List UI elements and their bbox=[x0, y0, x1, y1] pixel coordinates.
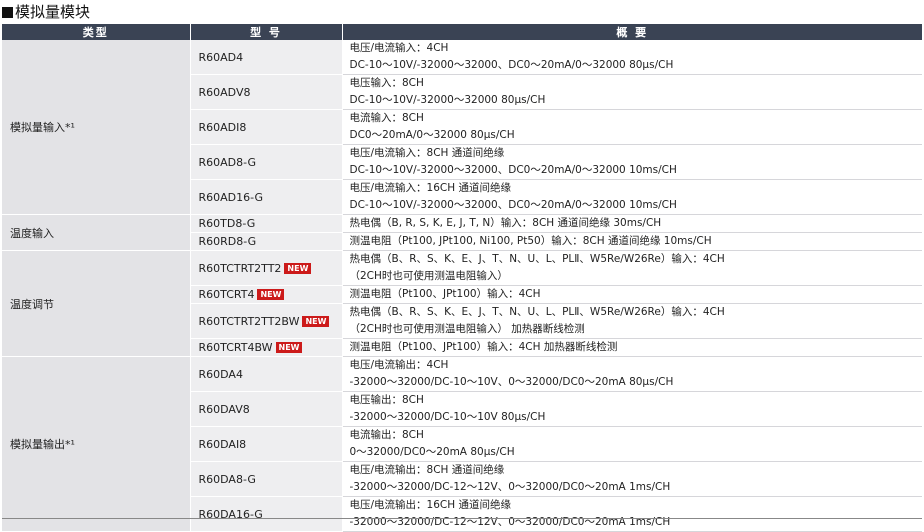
summary-cell: 电压/电流输出：8CH 通道间绝缘 -32000～32000/DC-12～12V、… bbox=[342, 461, 922, 497]
summary-line: DC0～20mA/0～32000 80μs/CH bbox=[349, 129, 515, 141]
summary-line: 电压/电流输入：8CH 通道间绝缘 bbox=[349, 147, 505, 159]
new-badge: NEW bbox=[302, 315, 330, 327]
model-cell: R60TCTRT2TT2 NEW bbox=[190, 250, 343, 286]
summary-line: -32000～32000/DC-10～10V 80μs/CH bbox=[349, 411, 546, 423]
square-bullet-icon bbox=[2, 7, 13, 18]
model-name: R60DA16-G bbox=[190, 496, 343, 532]
summary-cell: 测温电阻（Pt100、JPt100）输入：4CH bbox=[342, 285, 922, 304]
summary-line: 测温电阻（Pt100、JPt100）输入：4CH bbox=[349, 288, 541, 300]
summary-line: 热电偶（B、R、S、K、E、J、T、N、U、L、PLⅡ、W5Re/W26Re）输… bbox=[349, 306, 725, 318]
new-badge: NEW bbox=[275, 342, 303, 353]
summary-line: DC-10～10V/-32000～32000、DC0～20mA/0～32000 … bbox=[349, 199, 677, 211]
table-row: 模拟量输出*¹ R60DA4 电压/电流输出：4CH -32000～32000/D… bbox=[2, 356, 922, 532]
new-badge: NEW bbox=[284, 262, 312, 274]
summary-line: 电流输入：8CH bbox=[349, 112, 424, 124]
summary-line: 测温电阻（Pt100, JPt100, Ni100, Pt50）输入：8CH 通… bbox=[349, 235, 712, 247]
summary-line: （2CH时也可使用测温电阻输入） bbox=[349, 270, 508, 282]
header-model: 型 号 bbox=[190, 24, 343, 40]
model-name: R60TCRT4 bbox=[198, 288, 255, 301]
header-summary: 概 要 bbox=[342, 24, 922, 40]
summary-cell: 电流输出：8CH 0～32000/DC0～20mA 80μs/CH bbox=[342, 426, 922, 462]
model-name: R60TCTRT2TT2BW bbox=[198, 314, 300, 328]
summary-cell: 电压/电流输入：8CH 通道间绝缘 DC-10～10V/-32000～32000、… bbox=[342, 144, 922, 180]
summary-line: 电压/电流输出：8CH 通道间绝缘 bbox=[349, 464, 505, 476]
summary-line: DC-10～10V/-32000～32000 80μs/CH bbox=[349, 94, 546, 106]
summary-line: 热电偶（B, R, S, K, E, J, T, N）输入：8CH 通道间绝缘 … bbox=[349, 217, 662, 229]
model-name: R60DAI8 bbox=[190, 426, 343, 462]
group-label-temperature-input: 温度输入 bbox=[2, 214, 191, 251]
table-row: 温度调节 R60TCTRT2TT2 NEW 热电偶（B、R、S、K、E、J、T、N… bbox=[2, 250, 922, 357]
model-name: R60TD8-G bbox=[190, 214, 343, 233]
summary-cell: 电压输出：8CH -32000～32000/DC-10～10V 80μs/CH bbox=[342, 391, 922, 427]
model-name: R60TCTRT2TT2 bbox=[198, 261, 282, 275]
summary-cell: 电压/电流输出：4CH -32000～32000/DC-10～10V、0～3200… bbox=[342, 356, 922, 392]
summary-line: 电压输出：8CH bbox=[349, 394, 424, 406]
model-name: R60TCRT4BW bbox=[198, 341, 273, 354]
summary-cell: 电压/电流输入：4CH DC-10～10V/-32000～32000、DC0～20… bbox=[342, 40, 922, 75]
model-cell: R60TCTRT2TT2BW NEW bbox=[190, 303, 343, 339]
model-name: R60ADI8 bbox=[190, 109, 343, 145]
model-cell: R60TCRT4BW NEW bbox=[190, 338, 343, 357]
summary-cell: 电压/电流输出：16CH 通道间绝缘 -32000～32000/DC-12～12V… bbox=[342, 496, 922, 532]
model-name: R60DA4 bbox=[190, 356, 343, 392]
summary-line: DC-10～10V/-32000～32000、DC0～20mA/0～32000 … bbox=[349, 59, 674, 71]
table-row: 模拟量输入*¹ R60AD4 电压/电流输入：4CH DC-10～10V/-320… bbox=[2, 40, 922, 215]
summary-line: 电压/电流输入：16CH 通道间绝缘 bbox=[349, 182, 511, 194]
summary-cell: 电压输入：8CH DC-10～10V/-32000～32000 80μs/CH bbox=[342, 74, 922, 110]
summary-cell: 电流输入：8CH DC0～20mA/0～32000 80μs/CH bbox=[342, 109, 922, 145]
model-name: R60RD8-G bbox=[190, 232, 343, 251]
summary-line: 测温电阻（Pt100、JPt100）输入：4CH 加热器断线检测 bbox=[349, 341, 618, 353]
page: { "title": "模拟量模块", "headers": { "type":… bbox=[0, 0, 924, 532]
page-title: 模拟量模块 bbox=[2, 1, 90, 23]
model-name: R60DAV8 bbox=[190, 391, 343, 427]
model-name: R60AD16-G bbox=[190, 179, 343, 215]
model-name: R60AD4 bbox=[190, 40, 343, 75]
summary-line: 0～32000/DC0～20mA 80μs/CH bbox=[349, 446, 515, 458]
summary-line: 热电偶（B、R、S、K、E、J、T、N、U、L、PLⅡ、W5Re/W26Re）输… bbox=[349, 253, 725, 265]
table-row: 温度输入 R60TD8-G 热电偶（B, R, S, K, E, J, T, N… bbox=[2, 214, 922, 251]
summary-cell: 测温电阻（Pt100, JPt100, Ni100, Pt50）输入：8CH 通… bbox=[342, 232, 922, 251]
summary-line: 电压/电流输出：4CH bbox=[349, 359, 449, 371]
group-label-analog-output: 模拟量输出*¹ bbox=[2, 356, 191, 532]
model-cell: R60TCRT4 NEW bbox=[190, 285, 343, 304]
model-name: R60AD8-G bbox=[190, 144, 343, 180]
model-name: R60DA8-G bbox=[190, 461, 343, 497]
summary-line: 电压/电流输出：16CH 通道间绝缘 bbox=[349, 499, 511, 511]
group-label-temperature-control: 温度调节 bbox=[2, 250, 191, 357]
new-badge: NEW bbox=[257, 289, 285, 300]
table-bottom-rule bbox=[2, 518, 922, 519]
header-row: 类型 型 号 概 要 bbox=[2, 24, 922, 40]
summary-line: （2CH时也可使用测温电阻输入） 加热器断线检测 bbox=[349, 323, 585, 335]
header-type: 类型 bbox=[2, 24, 191, 40]
summary-line: -32000～32000/DC-12～12V、0～32000/DC0～20mA … bbox=[349, 481, 671, 493]
summary-line: 电压输入：8CH bbox=[349, 77, 424, 89]
summary-line: -32000～32000/DC-12～12V、0～32000/DC0～20mA … bbox=[349, 516, 671, 528]
model-name: R60ADV8 bbox=[190, 74, 343, 110]
page-title-text: 模拟量模块 bbox=[15, 3, 91, 21]
summary-cell: 热电偶（B、R、S、K、E、J、T、N、U、L、PLⅡ、W5Re/W26Re）输… bbox=[342, 303, 922, 339]
group-label-analog-input: 模拟量输入*¹ bbox=[2, 40, 191, 215]
module-table: 类型 型 号 概 要 模拟量输入*¹ R60AD4 电压/电流输入：4CH DC-… bbox=[2, 24, 922, 532]
summary-cell: 电压/电流输入：16CH 通道间绝缘 DC-10～10V/-32000～32000… bbox=[342, 179, 922, 215]
summary-line: 电压/电流输入：4CH bbox=[349, 42, 449, 54]
summary-line: 电流输出：8CH bbox=[349, 429, 424, 441]
summary-cell: 测温电阻（Pt100、JPt100）输入：4CH 加热器断线检测 bbox=[342, 338, 922, 357]
summary-cell: 热电偶（B、R、S、K、E、J、T、N、U、L、PLⅡ、W5Re/W26Re）输… bbox=[342, 250, 922, 286]
summary-line: -32000～32000/DC-10～10V、0～32000/DC0～20mA … bbox=[349, 376, 674, 388]
summary-cell: 热电偶（B, R, S, K, E, J, T, N）输入：8CH 通道间绝缘 … bbox=[342, 214, 922, 233]
summary-line: DC-10～10V/-32000～32000、DC0～20mA/0～32000 … bbox=[349, 164, 677, 176]
